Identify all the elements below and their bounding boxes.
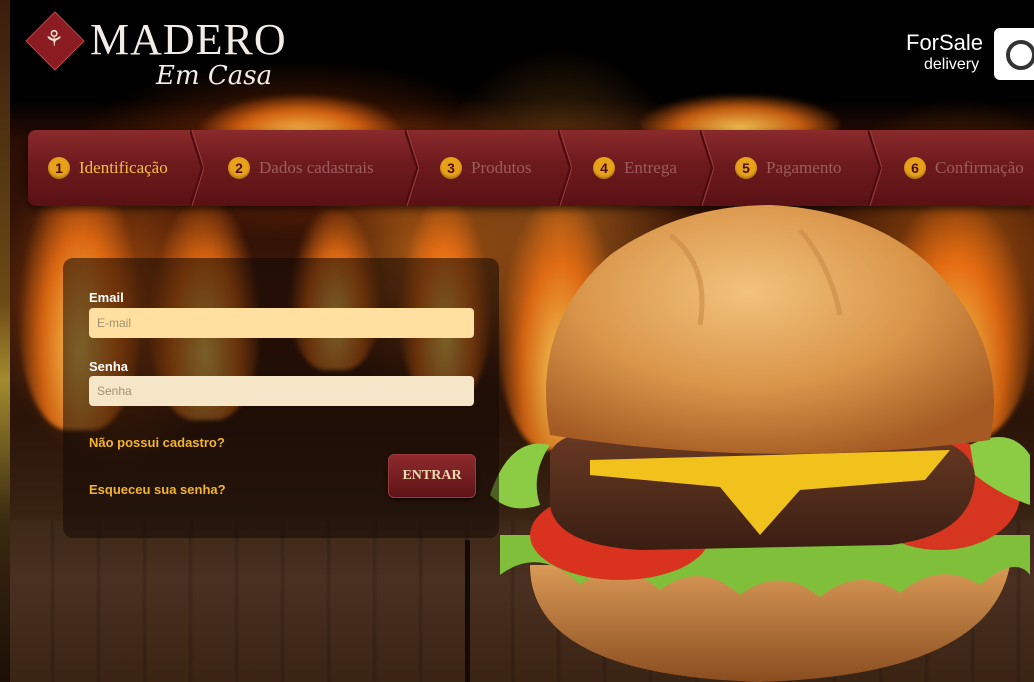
step-identificacao[interactable]: 1 Identificação — [48, 130, 168, 206]
register-link[interactable]: Não possui cadastro? — [89, 435, 225, 450]
step-label: Dados cadastrais — [259, 158, 374, 177]
step-separator — [558, 130, 572, 206]
checkout-steps: 1 Identificação 2 Dados cadastrais 3 Pro… — [28, 130, 1034, 206]
step-number: 1 — [48, 157, 70, 179]
forgot-password-link[interactable]: Esqueceu sua senha? — [89, 482, 226, 497]
step-separator — [190, 130, 204, 206]
madero-logo[interactable]: ⚘ MADERO Em Casa — [25, 11, 288, 92]
page-background: ⚘ MADERO Em Casa ForSale delivery 1 Iden… — [0, 0, 1034, 682]
password-label: Senha — [89, 359, 129, 374]
step-label: Identificação — [79, 158, 168, 177]
step-confirmacao[interactable]: 6 Confirmação — [904, 130, 1024, 206]
forsale-sub: delivery — [924, 56, 980, 73]
tree-icon: ⚘ — [44, 27, 64, 52]
login-button[interactable]: ENTRAR — [388, 454, 476, 498]
burger-image — [490, 205, 1030, 682]
step-separator — [405, 130, 419, 206]
password-field[interactable] — [89, 376, 474, 406]
step-number: 6 — [904, 157, 926, 179]
step-label: Confirmação — [935, 158, 1024, 177]
step-pagamento[interactable]: 5 Pagamento — [735, 130, 842, 206]
step-number: 4 — [593, 157, 615, 179]
step-number: 2 — [228, 157, 250, 179]
step-label: Produtos — [471, 158, 532, 177]
step-entrega[interactable]: 4 Entrega — [593, 130, 677, 206]
forsale-name: ForSale — [906, 30, 984, 55]
step-number: 3 — [440, 157, 462, 179]
step-label: Entrega — [624, 158, 677, 177]
left-edge-decoration — [0, 0, 10, 682]
step-label: Pagamento — [766, 158, 842, 177]
logo-title: MADERO — [90, 15, 287, 64]
step-dados-cadastrais[interactable]: 2 Dados cadastrais — [228, 130, 374, 206]
step-separator — [700, 130, 714, 206]
forsale-logo[interactable]: ForSale delivery — [906, 28, 1034, 84]
step-number: 5 — [735, 157, 757, 179]
email-field[interactable] — [89, 308, 474, 338]
step-separator — [868, 130, 882, 206]
login-panel: Email Senha Não possui cadastro? Esquece… — [63, 258, 499, 538]
step-produtos[interactable]: 3 Produtos — [440, 130, 531, 206]
logo-subtitle: Em Casa — [156, 61, 273, 91]
camera-icon — [994, 28, 1034, 80]
email-label: Email — [89, 290, 124, 305]
